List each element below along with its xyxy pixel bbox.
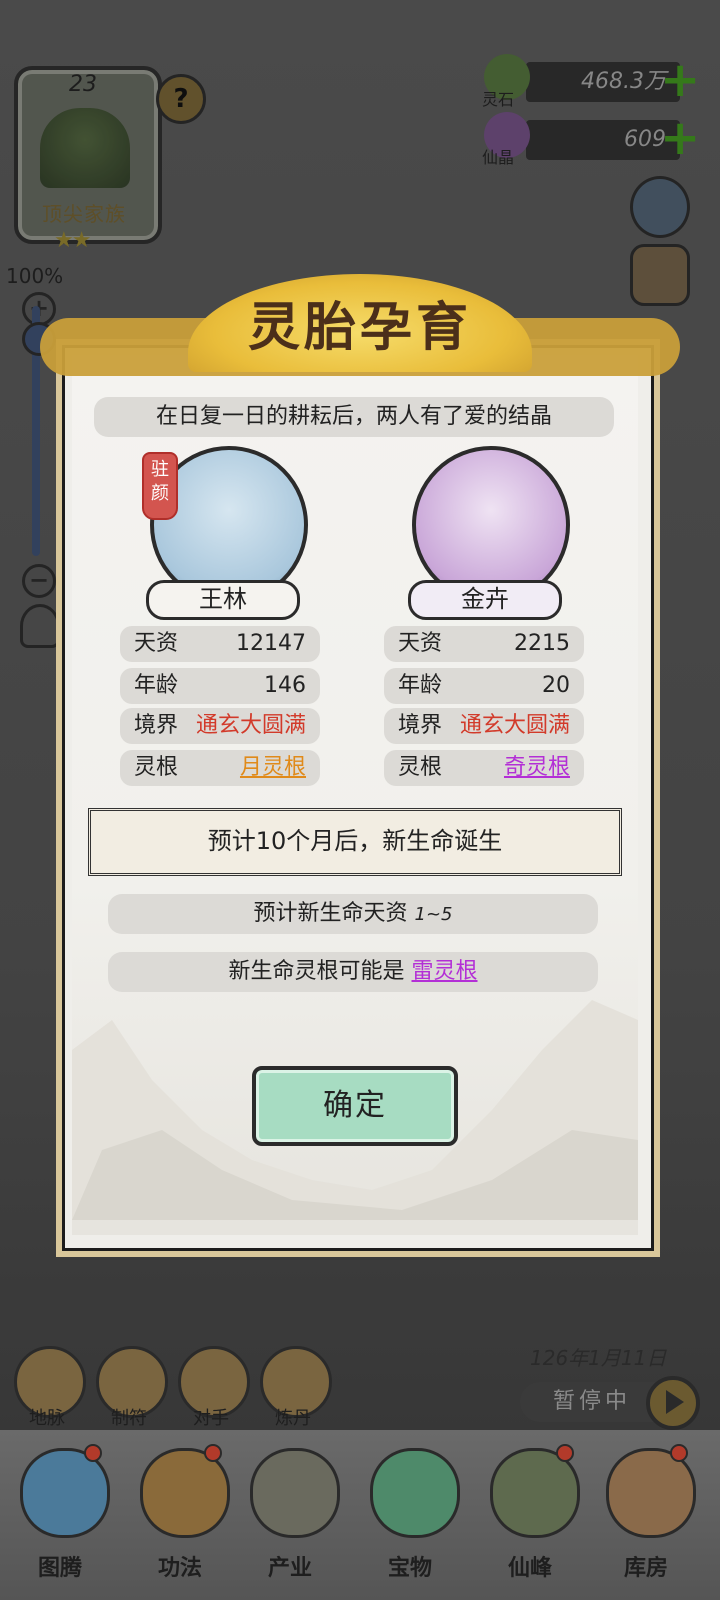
father-talent-label: 天资: [134, 631, 179, 656]
father-talent-value: 12147: [236, 631, 306, 656]
mother-root-label: 灵根: [398, 755, 443, 780]
totem-icon[interactable]: [20, 1448, 110, 1538]
nav-storehouse[interactable]: 库房: [596, 1550, 696, 1582]
nav-treasure[interactable]: 宝物: [360, 1550, 460, 1582]
technique-icon[interactable]: [140, 1448, 230, 1538]
storehouse-notification-dot: [670, 1444, 688, 1462]
nav-peak[interactable]: 仙峰: [480, 1550, 580, 1582]
talent-forecast-value: 1~5: [414, 904, 453, 925]
mother-talent-value: 2215: [514, 631, 570, 656]
talent-forecast-label: 预计新生命天资: [253, 901, 408, 926]
father-realm-value: 通玄大圆满: [195, 713, 306, 738]
play-icon: [666, 1390, 684, 1414]
preserved-youth-badge: 驻颜: [142, 452, 178, 520]
alchemy-label: 炼丹: [275, 1408, 311, 1429]
mother-name: 金卉: [408, 580, 562, 620]
mother-talent-row: 天资 2215: [384, 626, 584, 662]
dialog-title: 灵胎孕育: [247, 298, 472, 358]
mother-realm-row: 境界 通玄大圆满: [384, 708, 584, 744]
game-date: 126年1月11日: [530, 1346, 667, 1370]
mother-age-value: 20: [542, 673, 570, 698]
father-root-link[interactable]: 月灵根: [240, 750, 306, 786]
technique-notification-dot: [204, 1444, 222, 1462]
industry-icon[interactable]: [250, 1448, 340, 1538]
father-realm-label: 境界: [134, 713, 179, 738]
pause-status: 暂停中: [520, 1382, 664, 1422]
father-age-value: 146: [264, 673, 306, 698]
father-age-label: 年龄: [134, 673, 179, 698]
rival-label: 对手: [193, 1408, 229, 1429]
father-root-label: 灵根: [134, 755, 179, 780]
father-root-row: 灵根 月灵根: [120, 750, 320, 786]
father-name: 王林: [146, 580, 300, 620]
peak-notification-dot: [556, 1444, 574, 1462]
earth-vein-label: 地脉: [29, 1408, 65, 1429]
mother-age-row: 年龄 20: [384, 668, 584, 704]
nav-technique[interactable]: 功法: [130, 1550, 230, 1582]
dialog-subtitle: 在日复一日的耕耘后，两人有了爱的结晶: [94, 397, 614, 437]
nav-industry[interactable]: 产业: [240, 1550, 340, 1582]
father-talent-row: 天资 12147: [120, 626, 320, 662]
mother-talent-label: 天资: [398, 631, 443, 656]
root-forecast-link[interactable]: 雷灵根: [412, 959, 478, 984]
mother-root-row: 灵根 奇灵根: [384, 750, 584, 786]
totem-notification-dot: [84, 1444, 102, 1462]
nav-totem[interactable]: 图腾: [10, 1550, 110, 1582]
play-button[interactable]: [646, 1376, 700, 1430]
father-age-row: 年龄 146: [120, 668, 320, 704]
treasure-icon[interactable]: [370, 1448, 460, 1538]
father-realm-row: 境界 通玄大圆满: [120, 708, 320, 744]
confirm-button[interactable]: 确定: [252, 1066, 458, 1146]
birth-notice: 预计10个月后，新生命诞生: [88, 808, 622, 876]
talisman-label: 制符: [111, 1408, 147, 1429]
root-forecast-label: 新生命灵根可能是: [228, 959, 405, 984]
storehouse-icon[interactable]: [606, 1448, 696, 1538]
mother-root-link[interactable]: 奇灵根: [504, 750, 570, 786]
root-forecast-row: 新生命灵根可能是 雷灵根: [108, 952, 598, 992]
talent-forecast-row: 预计新生命天资 1~5: [108, 894, 598, 934]
mother-realm-value: 通玄大圆满: [459, 713, 570, 738]
mother-age-label: 年龄: [398, 673, 443, 698]
mother-realm-label: 境界: [398, 713, 443, 738]
